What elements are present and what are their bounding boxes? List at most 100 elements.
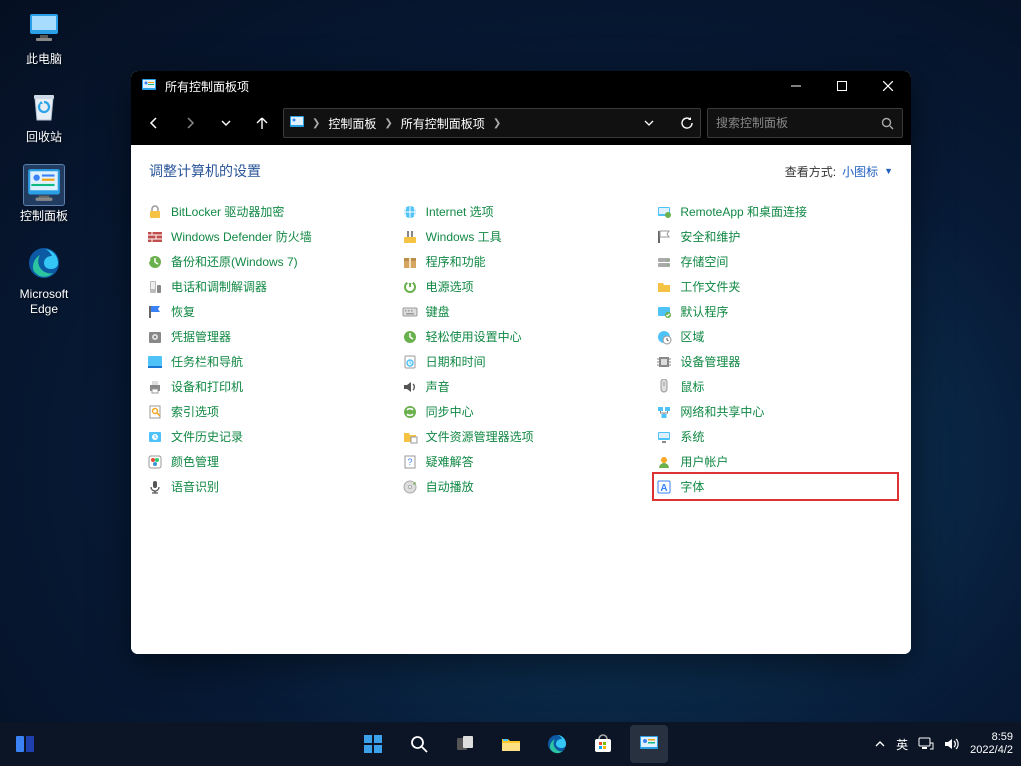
cp-item-wintools[interactable]: Windows 工具 (400, 224, 643, 249)
cp-item-label: BitLocker 驱动器加密 (171, 203, 284, 220)
widgets-button[interactable] (6, 725, 44, 763)
chevron-right-icon[interactable]: ❯ (312, 118, 320, 129)
cp-item-label: 区域 (680, 328, 704, 345)
search-box[interactable] (707, 108, 903, 138)
file-explorer-button[interactable] (492, 725, 530, 763)
maximize-button[interactable] (819, 71, 865, 101)
cp-item-netshare[interactable]: 网络和共享中心 (654, 399, 897, 424)
cp-item-users[interactable]: 用户帐户 (654, 449, 897, 474)
desktop-icon-edge[interactable]: Microsoft Edge (10, 243, 78, 316)
cp-item-sound[interactable]: 声音 (400, 374, 643, 399)
cp-item-filehist[interactable]: 文件历史记录 (145, 424, 388, 449)
volume-icon[interactable] (944, 737, 960, 751)
cp-item-inet[interactable]: Internet 选项 (400, 199, 643, 224)
chevron-right-icon[interactable]: ❯ (493, 118, 501, 129)
titlebar[interactable]: 所有控制面板项 (131, 71, 911, 101)
nav-recent-button[interactable] (211, 108, 241, 138)
nav-back-button[interactable] (139, 108, 169, 138)
close-button[interactable] (865, 71, 911, 101)
breadcrumb-root[interactable]: 控制面板 (328, 115, 376, 132)
taskview-button[interactable] (446, 725, 484, 763)
cp-item-power[interactable]: 电源选项 (400, 274, 643, 299)
desktop-icon-this-pc[interactable]: 此电脑 (10, 8, 78, 66)
tray-chevron-icon[interactable] (874, 738, 886, 750)
power-icon (402, 279, 418, 295)
cp-item-mouse[interactable]: 鼠标 (654, 374, 897, 399)
question-icon: ? (402, 454, 418, 470)
control-panel-window: 所有控制面板项 ❯ 控制面板 ❯ 所有控制面板项 ❯ (131, 71, 911, 654)
cp-item-label: 电源选项 (426, 278, 474, 295)
cp-item-colormgmt[interactable]: 颜色管理 (145, 449, 388, 474)
edge-button[interactable] (538, 725, 576, 763)
store-button[interactable] (584, 725, 622, 763)
cp-item-default-prog[interactable]: 默认程序 (654, 299, 897, 324)
cp-item-label: RemoteApp 和桌面连接 (680, 203, 807, 220)
cp-item-label: 安全和维护 (680, 228, 740, 245)
cp-item-security[interactable]: 安全和维护 (654, 224, 897, 249)
cp-item-region[interactable]: 区域 (654, 324, 897, 349)
chevron-right-icon[interactable]: ❯ (384, 118, 392, 129)
cp-item-devprint[interactable]: 设备和打印机 (145, 374, 388, 399)
clock-time: 8:59 (970, 731, 1013, 744)
search-input[interactable] (716, 116, 881, 130)
cp-item-speech[interactable]: 语音识别 (145, 474, 388, 499)
cp-item-bitlocker[interactable]: BitLocker 驱动器加密 (145, 199, 388, 224)
svg-text:?: ? (407, 457, 412, 467)
cp-item-devmgr[interactable]: 设备管理器 (654, 349, 897, 374)
desktop-icon-label: 控制面板 (20, 209, 68, 223)
cp-item-label: 鼠标 (680, 378, 704, 395)
cp-item-datetime[interactable]: 日期和时间 (400, 349, 643, 374)
window-controls (773, 71, 911, 101)
ime-indicator[interactable]: 英 (896, 736, 908, 753)
cp-item-system[interactable]: 系统 (654, 424, 897, 449)
search-button[interactable] (400, 725, 438, 763)
cp-item-explorer-opt[interactable]: 文件资源管理器选项 (400, 424, 643, 449)
cp-item-fonts[interactable]: A字体 (654, 474, 897, 499)
clock[interactable]: 8:59 2022/4/2 (970, 731, 1013, 757)
cp-item-ease[interactable]: 轻松使用设置中心 (400, 324, 643, 349)
body-header: 调整计算机的设置 查看方式: 小图标 ▼ (145, 161, 897, 181)
cp-item-modem[interactable]: 电话和调制解调器 (145, 274, 388, 299)
clock-icon (402, 354, 418, 370)
control-panel-task-button[interactable] (630, 725, 668, 763)
minimize-button[interactable] (773, 71, 819, 101)
cp-item-sync[interactable]: 同步中心 (400, 399, 643, 424)
address-dropdown-button[interactable] (644, 118, 654, 128)
cp-item-label: 默认程序 (680, 303, 728, 320)
cp-item-workfolders[interactable]: 工作文件夹 (654, 274, 897, 299)
start-button[interactable] (354, 725, 392, 763)
font-icon: A (656, 479, 672, 495)
desktop-icon-control-panel[interactable]: 控制面板 (10, 165, 78, 223)
cp-item-troubleshoot[interactable]: ?疑难解答 (400, 449, 643, 474)
cp-item-autoplay[interactable]: 自动播放 (400, 474, 643, 499)
cp-item-recovery[interactable]: 恢复 (145, 299, 388, 324)
cp-item-cred-mgr[interactable]: 凭据管理器 (145, 324, 388, 349)
edge-icon (24, 243, 64, 283)
search-icon[interactable] (881, 117, 894, 130)
network-icon[interactable] (918, 737, 934, 751)
phone-icon (147, 279, 163, 295)
cp-item-programs[interactable]: 程序和功能 (400, 249, 643, 274)
monitor-icon (24, 8, 64, 48)
refresh-button[interactable] (680, 116, 694, 130)
cp-item-tb-nav[interactable]: 任务栏和导航 (145, 349, 388, 374)
desktop-icon-recycle-bin[interactable]: 回收站 (10, 86, 78, 144)
cp-item-indexing[interactable]: 索引选项 (145, 399, 388, 424)
nav-up-button[interactable] (247, 108, 277, 138)
view-by-selector[interactable]: 查看方式: 小图标 ▼ (785, 163, 893, 180)
cp-item-backup7[interactable]: 备份和还原(Windows 7) (145, 249, 388, 274)
index-icon (147, 404, 163, 420)
address-bar[interactable]: ❯ 控制面板 ❯ 所有控制面板项 ❯ (283, 108, 701, 138)
grid-col-3: RemoteApp 和桌面连接安全和维护存储空间工作文件夹默认程序区域设备管理器… (654, 199, 897, 499)
breadcrumb-current[interactable]: 所有控制面板项 (401, 115, 485, 132)
cp-item-keyboard[interactable]: 键盘 (400, 299, 643, 324)
grid-col-2: Internet 选项Windows 工具程序和功能电源选项键盘轻松使用设置中心… (400, 199, 643, 499)
grid-col-1: BitLocker 驱动器加密 Windows Defender 防火墙备份和还原… (145, 199, 388, 499)
cp-item-storage[interactable]: 存储空间 (654, 249, 897, 274)
cp-item-label: Windows Defender 防火墙 (171, 228, 312, 245)
cp-item-remoteapp[interactable]: RemoteApp 和桌面连接 (654, 199, 897, 224)
nav-forward-button[interactable] (175, 108, 205, 138)
view-by-value[interactable]: 小图标 (842, 163, 878, 180)
cp-item-defender[interactable]: Windows Defender 防火墙 (145, 224, 388, 249)
globe-clock-icon (656, 329, 672, 345)
